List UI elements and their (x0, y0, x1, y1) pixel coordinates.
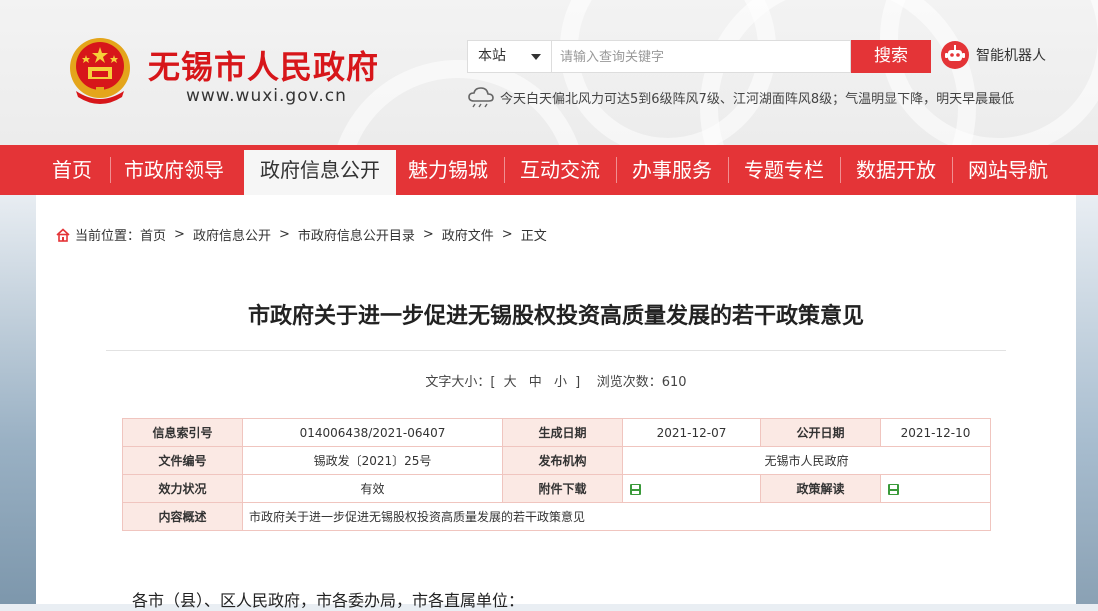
font-size-large-button[interactable]: 大 (504, 375, 517, 390)
breadcrumb-catalog[interactable]: 市政府信息公开目录 (298, 225, 415, 244)
search-box: 本站 (467, 40, 852, 74)
views-count: 610 (661, 375, 687, 390)
attachment-cell (622, 474, 761, 503)
nav-item-charm-city[interactable]: 魅力锡城 (398, 145, 498, 195)
title-divider (106, 350, 1006, 351)
doc-number-value: 锡政发〔2021〕25号 (242, 446, 503, 475)
table-row: 内容概述 市政府关于进一步促进无锡股权投资高质量发展的若干政策意见 (122, 502, 991, 531)
search-scope-select[interactable]: 本站 (468, 41, 552, 72)
font-size-small-button[interactable]: 小 (554, 375, 567, 390)
status-label: 效力状况 (122, 474, 243, 503)
breadcrumb-info-disclosure[interactable]: 政府信息公开 (193, 225, 271, 244)
search-scope-value: 本站 (478, 48, 506, 64)
robot-icon[interactable] (940, 40, 970, 70)
published-value: 2021-12-10 (880, 418, 991, 447)
summary-label: 内容概述 (122, 502, 243, 531)
index-value: 014006438/2021-06407 (242, 418, 503, 447)
breadcrumb-home[interactable]: 首页 (140, 225, 166, 244)
home-icon (56, 227, 70, 242)
table-row: 信息索引号 014006438/2021-06407 生成日期 2021-12-… (122, 418, 991, 447)
robot-label[interactable]: 智能机器人 (976, 45, 1046, 65)
article-meta: 文字大小：[ 大 中 小 ] 浏览次数：610 (36, 371, 1076, 390)
search-input[interactable] (558, 41, 852, 74)
document-info-table: 信息索引号 014006438/2021-06407 生成日期 2021-12-… (122, 418, 991, 531)
nav-item-interaction[interactable]: 互动交流 (508, 145, 612, 195)
site-title[interactable]: 无锡市人民政府 (148, 42, 379, 88)
nav-item-services[interactable]: 办事服务 (620, 145, 724, 195)
main-nav: 首页 市政府领导 政府信息公开 魅力锡城 互动交流 办事服务 专题专栏 数据开放… (0, 145, 1098, 195)
search-button[interactable]: 搜索 (851, 40, 931, 73)
nav-item-topics[interactable]: 专题专栏 (732, 145, 836, 195)
summary-value: 市政府关于进一步促进无锡股权投资高质量发展的若干政策意见 (242, 502, 991, 531)
created-value: 2021-12-07 (622, 418, 761, 447)
nav-item-leaders[interactable]: 市政府领导 (114, 145, 234, 195)
nav-divider (728, 157, 729, 183)
nav-divider (616, 157, 617, 183)
breadcrumb-separator: > (501, 227, 513, 242)
breadcrumb-separator: > (278, 227, 290, 242)
attachment-label: 附件下载 (502, 474, 623, 503)
breadcrumb-prefix: 当前位置： (75, 229, 141, 244)
policy-label: 政策解读 (760, 474, 881, 503)
weather-cloud-icon (468, 87, 494, 108)
nav-item-open-data[interactable]: 数据开放 (844, 145, 948, 195)
status-value: 有效 (242, 474, 503, 503)
article-body-first-line: 各市（县）、区人民政府，市各委办局，市各直属单位： (132, 591, 525, 610)
attachment-download-icon[interactable] (629, 483, 642, 496)
issuer-value: 无锡市人民政府 (622, 446, 991, 475)
background-scenery-left (0, 195, 36, 604)
national-emblem-icon[interactable] (66, 35, 134, 105)
nav-divider (110, 157, 111, 183)
font-size-medium-button[interactable]: 中 (529, 375, 542, 390)
weather-forecast-text: 今天白天偏北风力可达5到6级阵风7级、江河湖面阵风8级；气温明显下降，明天早晨最… (500, 92, 1015, 107)
font-size-close: ] (575, 375, 581, 390)
nav-item-info-disclosure[interactable]: 政府信息公开 (244, 150, 396, 195)
breadcrumb: 当前位置： 首页 > 政府信息公开 > 市政府信息公开目录 > 政府文件 > 正… (56, 225, 547, 244)
created-label: 生成日期 (502, 418, 623, 447)
nav-item-home[interactable]: 首页 (36, 145, 108, 195)
policy-cell (880, 474, 991, 503)
breadcrumb-gov-documents[interactable]: 政府文件 (442, 225, 494, 244)
nav-divider (840, 157, 841, 183)
chevron-down-icon (531, 54, 541, 60)
breadcrumb-separator: > (174, 227, 185, 242)
nav-divider (504, 157, 505, 183)
published-label: 公开日期 (760, 418, 881, 447)
article-title: 市政府关于进一步促进无锡股权投资高质量发展的若干政策意见 (247, 304, 864, 329)
issuer-label: 发布机构 (502, 446, 623, 475)
index-label: 信息索引号 (122, 418, 243, 447)
site-url[interactable]: www.wuxi.gov.cn (186, 86, 347, 106)
font-size-label: 文字大小：[ (425, 375, 496, 390)
policy-interpretation-icon[interactable] (887, 483, 900, 496)
views-label: 浏览次数： (596, 375, 662, 390)
table-row: 效力状况 有效 附件下载 政策解读 (122, 474, 991, 503)
nav-item-site-map[interactable]: 网站导航 (956, 145, 1060, 195)
breadcrumb-current: 正文 (520, 229, 547, 244)
article-panel: 当前位置： 首页 > 政府信息公开 > 市政府信息公开目录 > 政府文件 > 正… (36, 195, 1076, 610)
background-scenery-right (1076, 195, 1098, 604)
breadcrumb-separator: > (422, 227, 434, 242)
site-header: 无锡市人民政府 www.wuxi.gov.cn 本站 搜索 智能机器人 今天白天… (0, 0, 1098, 145)
doc-number-label: 文件编号 (122, 446, 243, 475)
nav-divider (952, 157, 953, 183)
table-row: 文件编号 锡政发〔2021〕25号 发布机构 无锡市人民政府 (122, 446, 991, 475)
